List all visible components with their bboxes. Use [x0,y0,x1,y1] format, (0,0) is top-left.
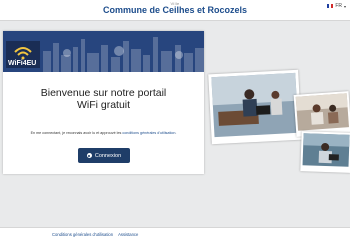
consent-prefix: En me connectant, je reconnais avoir lu … [30,131,122,135]
footer-assistance-link[interactable]: Assistance [118,232,138,237]
consent-suffix: . [175,131,177,135]
footer-terms-link[interactable]: Conditions générales d'utilisation [52,232,113,237]
terms-link[interactable]: conditions générales d'utilisation [122,131,175,135]
footer-links: Conditions générales d'utilisation Assis… [52,232,138,237]
connect-label: Connexion [94,152,122,159]
chevron-down-icon: ▾ [343,3,346,9]
welcome-heading: Bienvenue sur notre portail WiFi gratuit [3,87,204,111]
welcome-line-1: Bienvenue sur notre portail [40,87,167,99]
connect-button[interactable]: Connexion [78,148,130,163]
people-using-wifi-photo-1 [208,69,302,145]
footer-bar: Conditions générales d'utilisation Assis… [0,227,350,241]
welcome-line-2: WiFi gratuit [76,99,131,111]
town-title: Commune de Ceilhes et Rocozels [102,5,248,15]
consent-text: En me connectant, je reconnais avoir lu … [3,131,204,135]
people-using-wifi-photo-3 [300,131,350,173]
french-flag-icon [327,4,334,8]
language-label: FR [335,3,342,9]
language-selector[interactable]: FR ▾ [327,3,346,9]
wifi4eu-logo-text: WiFi4EU [8,60,37,67]
connect-icon [86,153,92,158]
header-bar: Ville Commune de Ceilhes et Rocozels FR … [0,0,350,21]
people-using-wifi-photo-2 [293,91,350,137]
portal-card: WiFi4EU Bienvenue sur notre portail WiFi… [3,31,204,174]
